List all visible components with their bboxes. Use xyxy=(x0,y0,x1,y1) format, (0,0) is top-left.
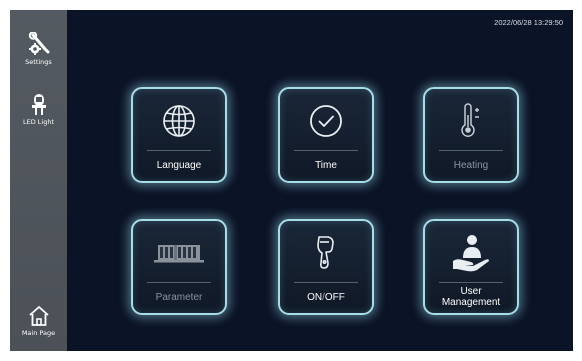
led-light-label: LED Light xyxy=(22,118,55,126)
tile-divider xyxy=(294,150,358,151)
tile-divider xyxy=(439,282,503,283)
settings-label: Settings xyxy=(25,58,52,66)
wrench-gear-icon xyxy=(28,32,49,55)
heater-rack-icon xyxy=(154,245,204,263)
user-label-line2: Management xyxy=(441,297,501,308)
clock-check-icon xyxy=(310,105,342,137)
home-icon xyxy=(28,306,49,326)
on-off-label: ON / OFF xyxy=(280,286,372,308)
main-screen: Settings LED Light Main Page 2022/06/28 … xyxy=(10,10,573,351)
main-page-label: Main Page xyxy=(21,329,56,337)
settings-button[interactable]: Settings xyxy=(10,32,67,80)
heating-tile[interactable]: Heating xyxy=(423,87,519,183)
tile-divider xyxy=(294,282,358,283)
led-light-button[interactable]: LED Light xyxy=(10,92,67,140)
language-tile[interactable]: Language xyxy=(131,87,227,183)
led-bulb-icon xyxy=(31,94,46,115)
parameter-label: Parameter xyxy=(155,291,203,303)
thermometer-icon xyxy=(461,103,479,137)
main-page-button[interactable]: Main Page xyxy=(10,305,67,351)
tile-divider xyxy=(147,282,211,283)
globe-icon xyxy=(163,105,195,137)
parameter-tile[interactable]: Parameter xyxy=(131,219,227,315)
time-tile[interactable]: Time xyxy=(278,87,374,183)
tile-divider xyxy=(439,150,503,151)
sidebar: Settings LED Light Main Page xyxy=(10,10,67,351)
language-label: Language xyxy=(156,159,202,171)
barcode-scanner-icon xyxy=(317,236,334,269)
user-management-label: User Management xyxy=(425,286,517,308)
datetime-display: 2022/06/28 13:29:50 xyxy=(494,18,563,27)
user-label-line1: User xyxy=(460,286,482,297)
on-text: ON xyxy=(307,291,323,303)
time-label: Time xyxy=(315,159,337,171)
off-text: OFF xyxy=(324,291,345,303)
user-management-tile[interactable]: User Management xyxy=(423,219,519,315)
user-hand-icon xyxy=(453,235,489,272)
heating-label: Heating xyxy=(453,159,489,171)
tile-divider xyxy=(147,150,211,151)
on-off-tile[interactable]: ON / OFF xyxy=(278,219,374,315)
